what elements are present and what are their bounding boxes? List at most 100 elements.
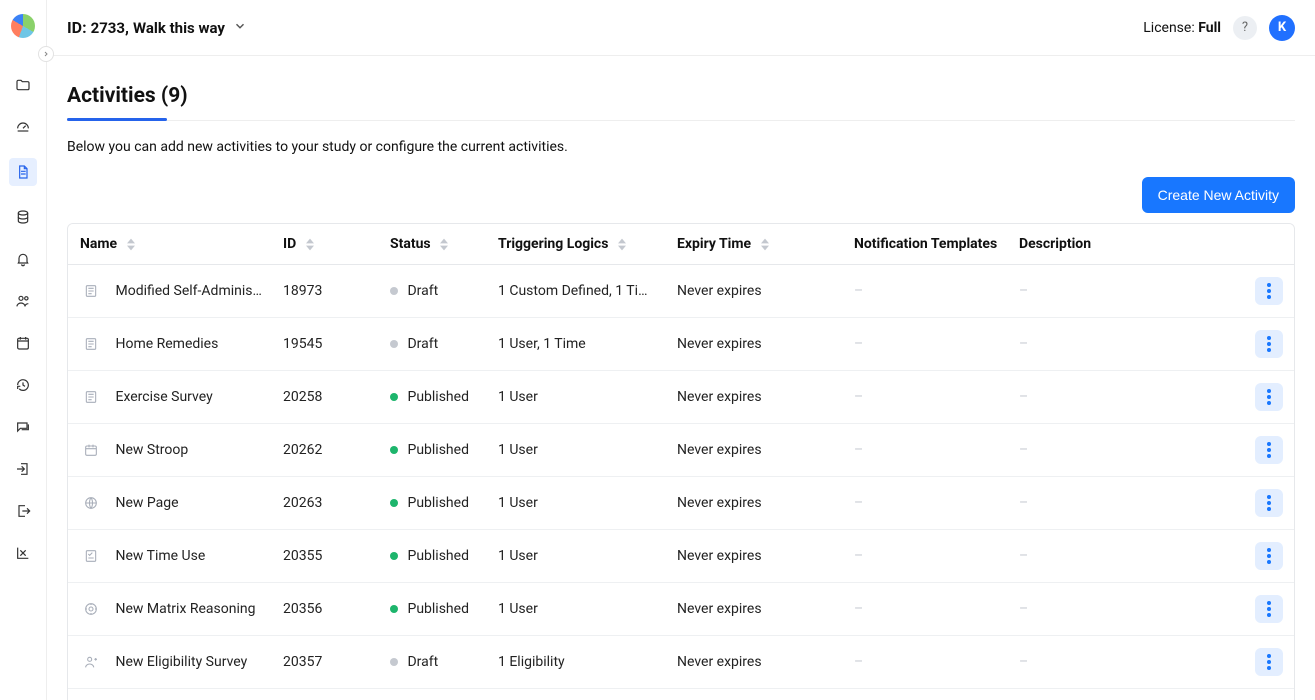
activity-notification: – bbox=[844, 477, 1009, 530]
column-header-expiry[interactable]: Expiry Time bbox=[667, 224, 844, 265]
row-actions-button[interactable] bbox=[1255, 383, 1283, 411]
column-header-name[interactable]: Name bbox=[68, 224, 273, 265]
row-actions-button[interactable] bbox=[1255, 330, 1283, 358]
kebab-icon bbox=[1267, 442, 1271, 458]
row-actions-button[interactable] bbox=[1255, 277, 1283, 305]
nav-studies[interactable] bbox=[12, 74, 34, 96]
activity-trigger: 1 User, 1 Time bbox=[488, 318, 667, 371]
sidebar-expand-button[interactable] bbox=[38, 46, 54, 62]
column-header-status[interactable]: Status bbox=[380, 224, 488, 265]
kebab-icon bbox=[1267, 654, 1271, 670]
activity-description: – bbox=[1009, 424, 1245, 477]
activity-expiry: Never expires bbox=[667, 265, 844, 318]
chevron-right-icon bbox=[42, 50, 50, 58]
nav-dashboard[interactable] bbox=[12, 116, 34, 138]
chat-icon bbox=[15, 419, 31, 435]
license-label: License: bbox=[1143, 20, 1194, 36]
activity-type-icon bbox=[80, 442, 102, 458]
column-header-triggering[interactable]: Triggering Logics bbox=[488, 224, 667, 265]
table-row[interactable]: Modified Self-Administe... 18973 Draft 1… bbox=[68, 265, 1294, 318]
nav-participants[interactable] bbox=[12, 290, 34, 312]
activity-notification: – bbox=[844, 371, 1009, 424]
column-header-actions bbox=[1245, 224, 1294, 265]
kebab-icon bbox=[1267, 601, 1271, 617]
license-value: Full bbox=[1198, 20, 1221, 36]
column-header-id[interactable]: ID bbox=[273, 224, 380, 265]
table-row[interactable]: New Eligibility Survey 20357 Draft 1 Eli… bbox=[68, 636, 1294, 689]
activity-name: Exercise Survey bbox=[115, 389, 212, 405]
activity-notification: – bbox=[844, 530, 1009, 583]
activity-description: – bbox=[1009, 636, 1245, 689]
nav-schedule[interactable] bbox=[12, 332, 34, 354]
row-actions-button[interactable] bbox=[1255, 436, 1283, 464]
study-id-label: ID: bbox=[67, 18, 87, 37]
help-button[interactable]: ? bbox=[1233, 16, 1257, 40]
activity-status: Published bbox=[407, 548, 468, 564]
create-activity-button[interactable]: Create New Activity bbox=[1142, 177, 1295, 213]
nav-messages[interactable] bbox=[12, 416, 34, 438]
activity-id: 19545 bbox=[273, 318, 380, 371]
row-actions-button[interactable] bbox=[1255, 542, 1283, 570]
table-header-row: Name ID bbox=[68, 224, 1294, 265]
activity-notification: – bbox=[844, 636, 1009, 689]
column-header-description[interactable]: Description bbox=[1009, 224, 1245, 265]
activity-name: Modified Self-Administe... bbox=[115, 283, 273, 299]
topbar: ID: 2733, Walk this way License: Full ? … bbox=[47, 0, 1315, 56]
table-row[interactable]: Exercise Survey 20258 Published 1 User N… bbox=[68, 371, 1294, 424]
activity-expiry: Never expires bbox=[667, 477, 844, 530]
status-dot-icon bbox=[390, 499, 398, 507]
activity-notification: – bbox=[844, 424, 1009, 477]
activity-trigger: 1 User bbox=[488, 424, 667, 477]
nav-analytics[interactable] bbox=[12, 542, 34, 564]
activity-trigger: 1 Dropout bbox=[488, 689, 667, 700]
status-dot-icon bbox=[390, 552, 398, 560]
study-id-value: 2733 bbox=[91, 19, 125, 37]
activity-id: 20358 bbox=[273, 689, 380, 700]
study-switcher[interactable] bbox=[233, 18, 247, 37]
activity-name: New Matrix Reasoning bbox=[115, 601, 255, 617]
activity-trigger: 1 User bbox=[488, 530, 667, 583]
table-row[interactable]: New Time Use 20355 Published 1 User Neve… bbox=[68, 530, 1294, 583]
row-actions-button[interactable] bbox=[1255, 648, 1283, 676]
table-row[interactable]: Home Remedies 19545 Draft 1 User, 1 Time… bbox=[68, 318, 1294, 371]
signin-icon bbox=[15, 461, 31, 477]
question-icon: ? bbox=[1242, 20, 1248, 35]
table-row[interactable]: New Page 20263 Published 1 User Never ex… bbox=[68, 477, 1294, 530]
activity-type-icon bbox=[80, 495, 102, 511]
nav-activities[interactable] bbox=[9, 158, 37, 186]
page-title: Activities (9) bbox=[67, 84, 1295, 108]
activity-description: – bbox=[1009, 583, 1245, 636]
row-actions-button[interactable] bbox=[1255, 489, 1283, 517]
nav-notifications[interactable] bbox=[12, 248, 34, 270]
nav-history[interactable] bbox=[12, 374, 34, 396]
activity-name: New Eligibility Survey bbox=[115, 654, 247, 670]
database-icon bbox=[15, 209, 31, 225]
column-header-notification[interactable]: Notification Templates bbox=[844, 224, 1009, 265]
activity-type-icon bbox=[80, 336, 102, 352]
activity-id: 20263 bbox=[273, 477, 380, 530]
table-row[interactable]: New Matrix Reasoning 20356 Published 1 U… bbox=[68, 583, 1294, 636]
kebab-icon bbox=[1267, 548, 1271, 564]
row-actions-button[interactable] bbox=[1255, 595, 1283, 623]
activity-description: – bbox=[1009, 530, 1245, 583]
kebab-icon bbox=[1267, 283, 1271, 299]
sort-icon bbox=[761, 238, 769, 251]
kebab-icon bbox=[1267, 389, 1271, 405]
avatar[interactable]: K bbox=[1269, 15, 1295, 41]
table-row[interactable]: New Dropout Survey 20358 Draft 1 Dropout… bbox=[68, 689, 1294, 700]
nav-data[interactable] bbox=[12, 206, 34, 228]
nav-consent[interactable] bbox=[12, 458, 34, 480]
activities-table: Name ID bbox=[67, 223, 1295, 700]
status-dot-icon bbox=[390, 340, 398, 348]
sort-icon bbox=[127, 238, 135, 251]
activity-type-icon bbox=[80, 389, 102, 405]
activity-trigger: 1 User bbox=[488, 477, 667, 530]
content: Activities (9) Below you can add new act… bbox=[47, 56, 1315, 700]
nav-export[interactable] bbox=[12, 500, 34, 522]
page-title-wrap: Activities (9) bbox=[67, 84, 1295, 121]
table-row[interactable]: New Stroop 20262 Published 1 User Never … bbox=[68, 424, 1294, 477]
brand-logo[interactable] bbox=[11, 14, 35, 38]
activity-expiry: Never expires bbox=[667, 689, 844, 700]
chevron-down-icon bbox=[233, 19, 247, 33]
activity-trigger: 1 User bbox=[488, 583, 667, 636]
